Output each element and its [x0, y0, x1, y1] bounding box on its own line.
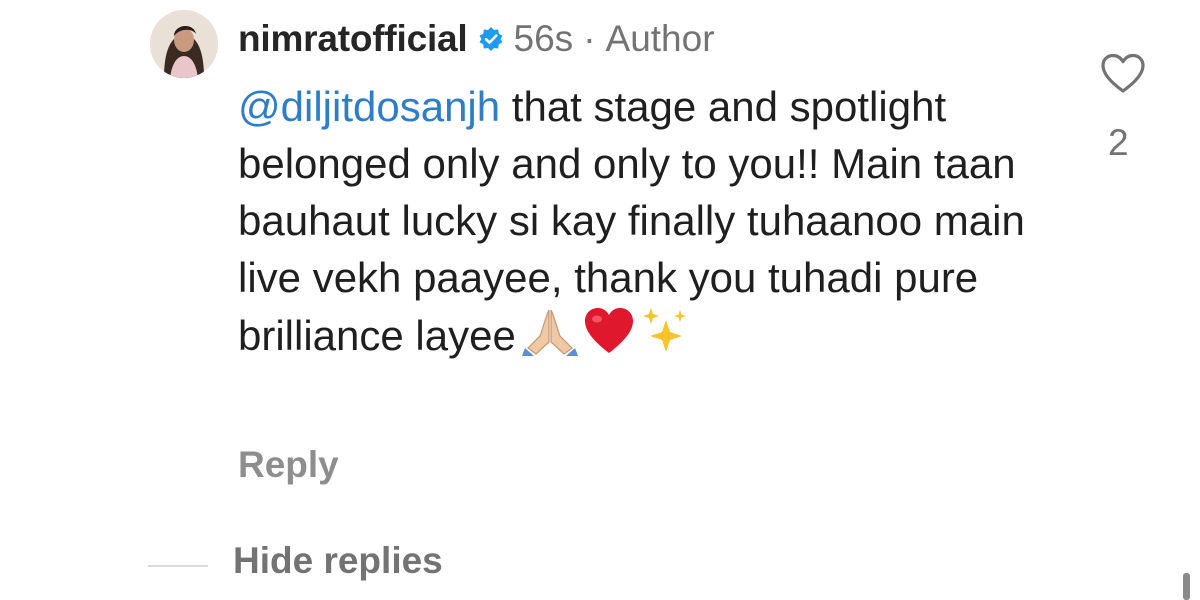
heart-outline-icon[interactable]	[1100, 53, 1146, 95]
emoji-group	[521, 306, 688, 356]
folded-hands-icon	[521, 309, 578, 356]
hide-replies-button[interactable]: Hide replies	[233, 540, 443, 582]
avatar[interactable]	[150, 10, 218, 78]
comment-view: nimratofficial 56s · Author @diljitdosan…	[0, 0, 1200, 600]
timestamp: 56s	[513, 18, 574, 59]
red-heart-icon	[584, 308, 633, 353]
mention-link[interactable]: @diljitdosanjh	[238, 83, 500, 130]
sparkles-icon	[642, 308, 686, 352]
username[interactable]: nimratofficial	[238, 18, 468, 60]
verified-badge-icon	[479, 27, 503, 51]
author-badge: Author	[605, 18, 715, 59]
comment-text: @diljitdosanjh that stage and spotlight …	[238, 78, 1038, 364]
replies-divider-line	[148, 565, 208, 567]
reply-button[interactable]: Reply	[238, 444, 339, 486]
avatar-image	[150, 10, 218, 78]
like-count: 2	[1108, 122, 1129, 163]
separator-dot: ·	[583, 18, 596, 59]
comment-header: nimratofficial 56s · Author	[238, 14, 715, 64]
scrollbar-thumb[interactable]	[1183, 573, 1190, 600]
